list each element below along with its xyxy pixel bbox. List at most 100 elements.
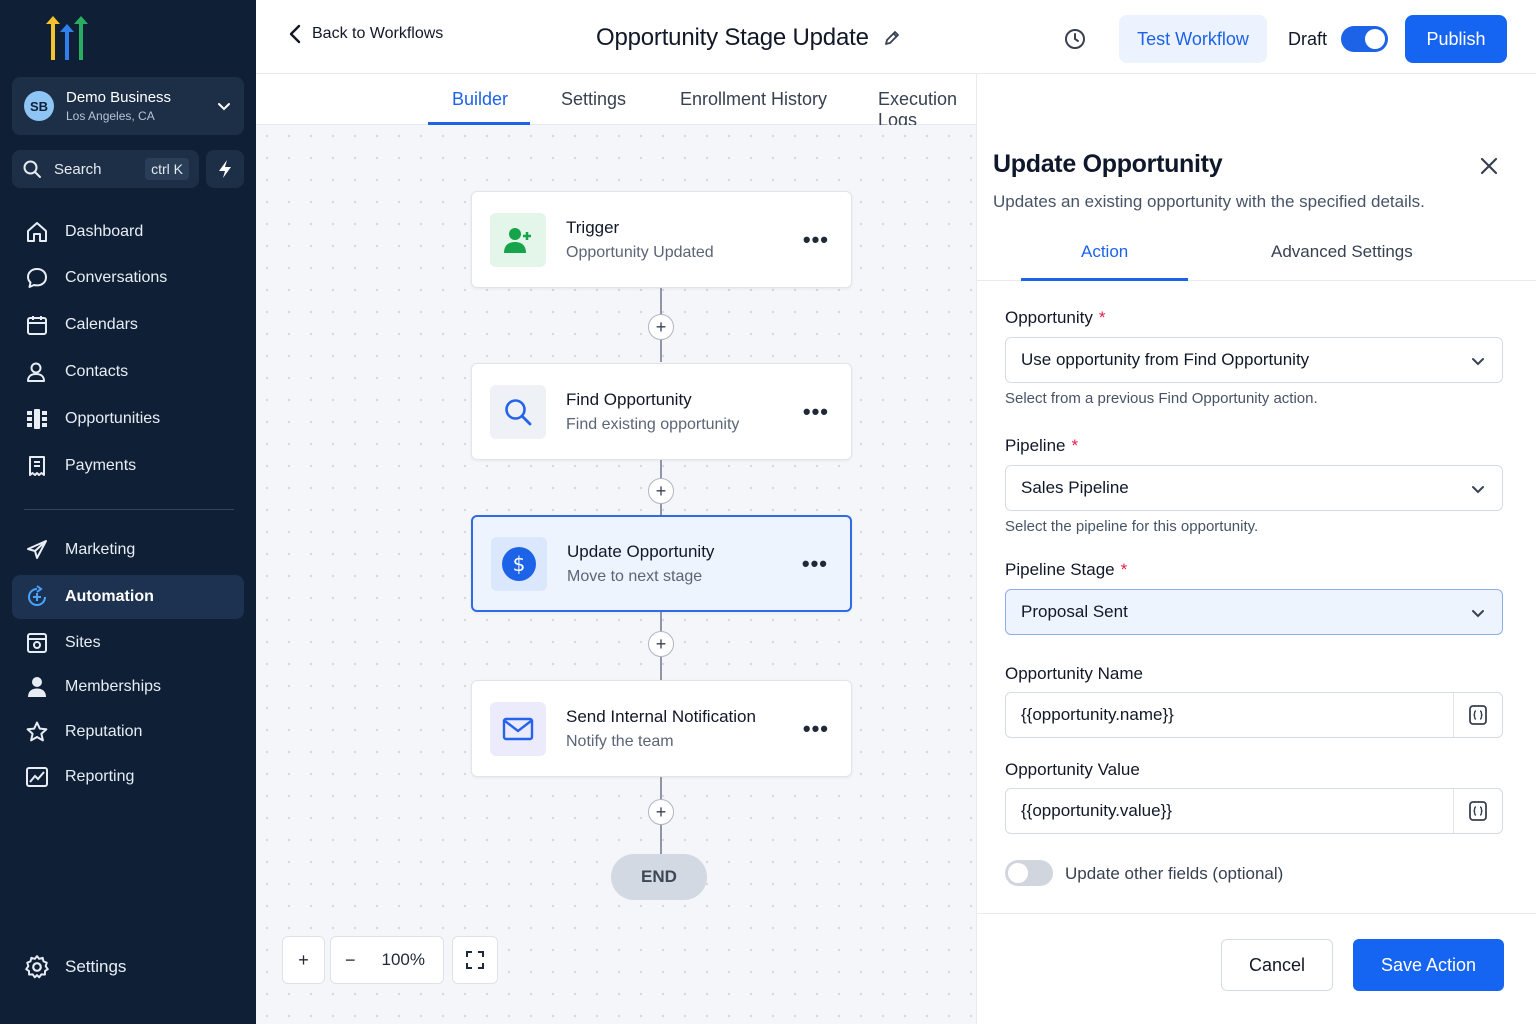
bolt-icon xyxy=(219,160,231,178)
sidebar-item-reputation[interactable]: Reputation xyxy=(12,710,244,754)
node-title: Find Opportunity xyxy=(566,389,692,409)
user-add-icon xyxy=(490,212,546,267)
sidebar-item-marketing[interactable]: Marketing xyxy=(12,528,244,572)
pipeline-help: Select the pipeline for this opportunity… xyxy=(1005,518,1259,535)
workflow-node-send-notification[interactable]: Send Internal Notification Notify the te… xyxy=(471,680,852,777)
opportunity-select[interactable]: Use opportunity from Find Opportunity xyxy=(1005,337,1503,383)
zoom-control: − 100% xyxy=(330,936,444,984)
panel-title: Update Opportunity xyxy=(993,150,1223,178)
gear-icon xyxy=(24,954,50,980)
search-button[interactable]: Search ctrl K xyxy=(12,150,199,188)
node-title: Trigger xyxy=(566,217,620,237)
tab-builder[interactable]: Builder xyxy=(452,89,508,110)
zoom-level: 100% xyxy=(381,950,425,969)
back-to-workflows-link[interactable]: Back to Workflows xyxy=(288,24,443,44)
node-subtitle: Opportunity Updated xyxy=(566,243,714,261)
node-title: Update Opportunity xyxy=(567,541,715,561)
node-subtitle: Move to next stage xyxy=(567,567,703,585)
zoom-in-button[interactable]: + xyxy=(282,936,325,984)
sidebar-item-contacts[interactable]: Contacts xyxy=(12,350,244,394)
panel-subtitle: Updates an existing opportunity with the… xyxy=(993,192,1425,211)
fullscreen-icon xyxy=(466,951,484,969)
sidebar-item-settings[interactable]: Settings xyxy=(12,945,244,989)
workflow-title: Opportunity Stage Update xyxy=(596,24,901,52)
more-options-icon[interactable]: ••• xyxy=(803,716,829,742)
workflow-node-trigger[interactable]: Trigger Opportunity Updated ••• xyxy=(471,191,852,288)
sidebar-item-dashboard[interactable]: Dashboard xyxy=(12,210,244,254)
required-marker: * xyxy=(1098,308,1106,327)
app-logo-icon[interactable] xyxy=(40,14,96,62)
workflow-canvas[interactable]: Trigger Opportunity Updated ••• + Find O… xyxy=(256,125,976,1024)
chevron-down-icon xyxy=(1472,610,1484,618)
workflow-end-node: END xyxy=(611,854,707,900)
close-icon[interactable] xyxy=(1477,154,1501,178)
test-workflow-button[interactable]: Test Workflow xyxy=(1119,15,1267,63)
chevron-down-icon xyxy=(218,103,230,111)
mail-icon xyxy=(490,701,546,756)
send-icon xyxy=(24,537,50,563)
update-other-fields-toggle[interactable] xyxy=(1005,860,1053,886)
workflow-title-text: Opportunity Stage Update xyxy=(596,24,869,51)
zoom-out-button[interactable]: − xyxy=(345,950,356,971)
quick-actions-button[interactable] xyxy=(206,150,244,188)
more-options-icon[interactable]: ••• xyxy=(803,399,829,425)
insert-variable-button[interactable] xyxy=(1453,789,1502,833)
sidebar-item-conversations[interactable]: Conversations xyxy=(12,256,244,300)
insert-variable-button[interactable] xyxy=(1453,693,1502,737)
add-step-button[interactable]: + xyxy=(648,631,674,657)
sidebar-item-reporting[interactable]: Reporting xyxy=(12,755,244,799)
workflow-tabs: Builder Settings Enrollment History Exec… xyxy=(256,74,976,130)
sidebar-item-calendars[interactable]: Calendars xyxy=(12,303,244,347)
sidebar-item-automation[interactable]: Automation xyxy=(12,575,244,619)
opportunity-name-input[interactable]: {{opportunity.name}} xyxy=(1005,692,1503,738)
save-action-button[interactable]: Save Action xyxy=(1353,939,1504,991)
tab-settings[interactable]: Settings xyxy=(561,89,626,110)
opportunity-label: Opportunity * xyxy=(1005,308,1106,327)
business-switcher[interactable]: SB Demo Business Los Angeles, CA xyxy=(12,77,244,135)
cancel-button[interactable]: Cancel xyxy=(1221,939,1333,991)
workflow-node-update-opportunity[interactable]: $ Update Opportunity Move to next stage … xyxy=(471,515,852,612)
search-shortcut: ctrl K xyxy=(145,158,189,180)
workflow-node-find-opportunity[interactable]: Find Opportunity Find existing opportuni… xyxy=(471,363,852,460)
business-name: Demo Business xyxy=(66,89,172,106)
sidebar: SB Demo Business Los Angeles, CA Search … xyxy=(0,0,256,1024)
add-step-button[interactable]: + xyxy=(648,314,674,340)
history-clock-icon[interactable] xyxy=(1063,27,1087,51)
sidebar-item-opportunities[interactable]: Opportunities xyxy=(12,397,244,441)
publish-button[interactable]: Publish xyxy=(1405,15,1507,63)
search-icon xyxy=(490,384,546,439)
star-icon xyxy=(24,719,50,745)
chart-icon xyxy=(24,764,50,790)
calendar-icon xyxy=(24,312,50,338)
pipeline-select[interactable]: Sales Pipeline xyxy=(1005,465,1503,511)
more-options-icon[interactable]: ••• xyxy=(802,551,828,577)
sidebar-divider xyxy=(24,509,234,510)
tab-action[interactable]: Action xyxy=(1081,242,1128,262)
tab-enrollment-history[interactable]: Enrollment History xyxy=(680,89,827,110)
add-step-button[interactable]: + xyxy=(648,799,674,825)
node-title: Send Internal Notification xyxy=(566,706,756,726)
business-avatar: SB xyxy=(24,91,54,121)
more-options-icon[interactable]: ••• xyxy=(803,227,829,253)
tab-advanced-settings[interactable]: Advanced Settings xyxy=(1271,242,1413,262)
pipeline-stage-select[interactable]: Proposal Sent xyxy=(1005,589,1503,635)
fit-view-button[interactable] xyxy=(452,936,498,984)
user-icon xyxy=(24,674,50,700)
search-label: Search xyxy=(54,160,102,178)
sidebar-item-memberships[interactable]: Memberships xyxy=(12,665,244,709)
dollar-icon: $ xyxy=(491,536,547,591)
action-config-panel: Update Opportunity Updates an existing o… xyxy=(976,74,1536,1024)
opportunity-value-label: Opportunity Value xyxy=(1005,760,1140,779)
sidebar-item-payments[interactable]: Payments xyxy=(12,444,244,488)
svg-text:$: $ xyxy=(513,552,526,576)
add-step-button[interactable]: + xyxy=(648,478,674,504)
required-marker: * xyxy=(1120,560,1128,579)
variable-tag-icon xyxy=(1469,801,1487,821)
payments-icon xyxy=(24,453,50,479)
draft-label: Draft xyxy=(1288,29,1328,49)
sidebar-item-sites[interactable]: Sites xyxy=(12,621,244,665)
edit-pencil-icon[interactable] xyxy=(883,29,901,47)
pipeline-stage-label: Pipeline Stage * xyxy=(1005,560,1128,579)
draft-toggle[interactable] xyxy=(1341,26,1388,52)
opportunity-value-input[interactable]: {{opportunity.value}} xyxy=(1005,788,1503,834)
